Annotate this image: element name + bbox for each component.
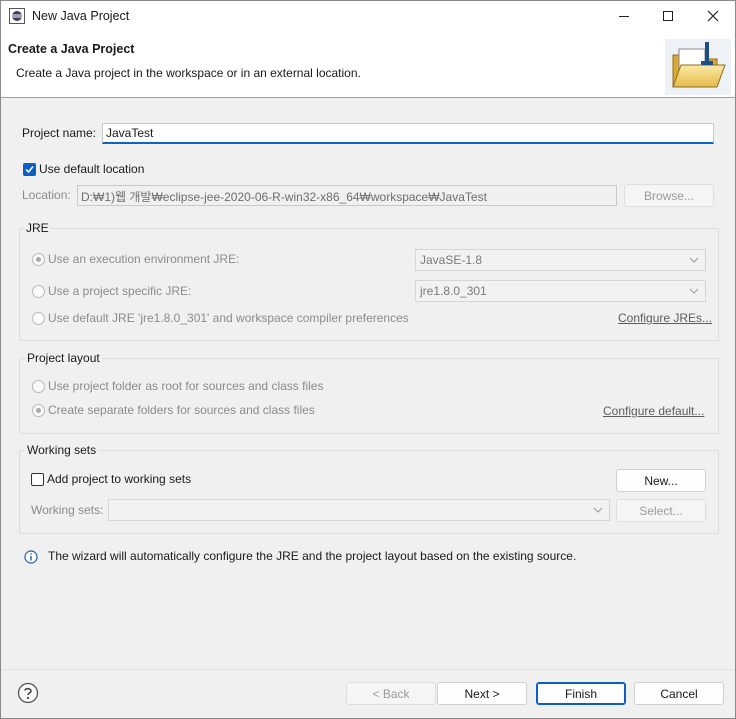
wizard-banner: Create a Java Project Create a Java proj… <box>1 31 735 98</box>
project-layout-group-label: Project layout <box>25 351 102 365</box>
close-button[interactable] <box>690 1 736 31</box>
help-icon[interactable] <box>17 682 39 704</box>
close-icon <box>707 10 719 22</box>
info-message: The wizard will automatically configure … <box>48 549 577 563</box>
java-project-folder-icon <box>665 39 731 95</box>
jre-specific-radio[interactable] <box>32 285 45 298</box>
title-bar: New Java Project <box>1 1 735 31</box>
checkmark-icon <box>25 165 34 174</box>
working-sets-select[interactable] <box>108 499 610 521</box>
layout-separate-label: Create separate folders for sources and … <box>48 403 315 417</box>
configure-jres-link[interactable]: Configure JREs... <box>618 311 712 325</box>
finish-button[interactable]: Finish <box>536 682 626 705</box>
jre-env-label: Use an execution environment JRE: <box>48 252 240 266</box>
maximize-icon <box>663 11 673 21</box>
chevron-down-icon <box>593 507 603 513</box>
cancel-button[interactable]: Cancel <box>634 682 724 705</box>
layout-root-radio[interactable] <box>32 380 45 393</box>
wizard-window: New Java Project Create a Java Project C… <box>0 0 736 719</box>
project-name-input[interactable]: JavaTest <box>102 123 714 144</box>
use-default-location-label: Use default location <box>39 162 145 176</box>
chevron-down-icon <box>689 257 699 263</box>
maximize-button[interactable] <box>645 1 691 31</box>
configure-default-link[interactable]: Configure default... <box>603 404 704 418</box>
project-name-label: Project name: <box>22 126 97 140</box>
info-icon <box>24 550 38 564</box>
jre-env-select[interactable]: JavaSE-1.8 <box>415 249 706 271</box>
add-to-working-sets-checkbox[interactable] <box>31 473 44 486</box>
select-working-sets-button[interactable]: Select... <box>616 499 706 522</box>
jre-group-label: JRE <box>24 221 51 235</box>
working-sets-group <box>19 450 719 534</box>
jre-specific-value: jre1.8.0_301 <box>420 284 487 298</box>
back-button[interactable]: < Back <box>346 682 436 705</box>
project-layout-group <box>19 358 719 434</box>
use-default-location-checkbox[interactable] <box>23 163 36 176</box>
banner-title: Create a Java Project <box>8 42 135 56</box>
layout-root-label: Use project folder as root for sources a… <box>48 379 324 393</box>
jre-env-radio[interactable] <box>32 253 45 266</box>
jre-specific-label: Use a project specific JRE: <box>48 284 192 298</box>
window-title: New Java Project <box>32 9 130 23</box>
working-sets-label: Working sets: <box>31 503 104 517</box>
eclipse-app-icon <box>9 8 25 24</box>
working-sets-group-label: Working sets <box>25 443 99 457</box>
minimize-button[interactable] <box>601 1 647 31</box>
jre-default-label: Use default JRE 'jre1.8.0_301' and works… <box>48 311 409 325</box>
new-working-set-button[interactable]: New... <box>616 469 706 492</box>
layout-separate-radio[interactable] <box>32 404 45 417</box>
location-label: Location: <box>22 188 71 202</box>
minimize-icon <box>619 16 629 17</box>
footer-divider <box>1 669 735 670</box>
browse-button[interactable]: Browse... <box>624 184 714 207</box>
add-to-working-sets-label: Add project to working sets <box>47 472 192 486</box>
chevron-down-icon <box>689 288 699 294</box>
jre-env-value: JavaSE-1.8 <box>420 253 483 267</box>
jre-default-radio[interactable] <box>32 312 45 325</box>
banner-description: Create a Java project in the workspace o… <box>16 66 361 80</box>
jre-specific-select[interactable]: jre1.8.0_301 <box>415 280 706 302</box>
location-input[interactable]: D:₩1)웹 개발₩eclipse-jee-2020-06-R-win32-x8… <box>77 185 617 206</box>
next-button[interactable]: Next > <box>437 682 527 705</box>
